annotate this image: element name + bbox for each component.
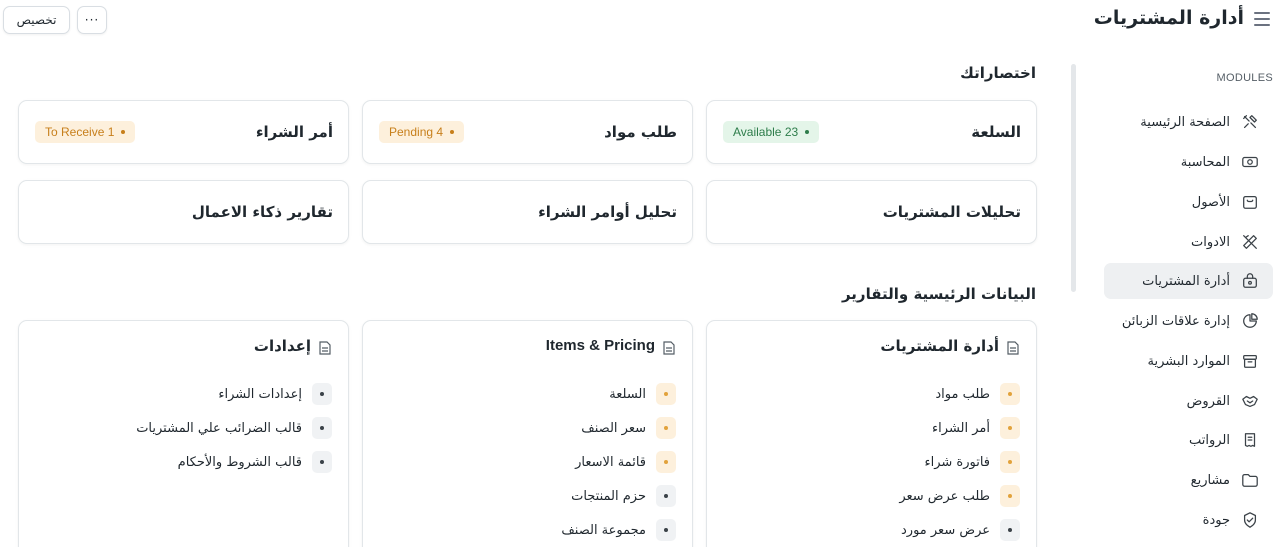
menu-icon[interactable] [1254,12,1270,26]
list-item[interactable]: السلعة [561,377,676,411]
bullet-icon [656,485,676,507]
shield-icon [1240,510,1260,530]
sidebar-item-label: الادوات [1191,234,1230,250]
bullet-icon [656,383,676,405]
sidebar-item-accounting[interactable]: المحاسبة [1104,144,1273,180]
customize-button[interactable]: تخصيص [3,6,70,34]
handshake-icon [1240,391,1260,411]
list-item[interactable]: طلب عرض سعر [899,479,1020,513]
money-icon [1240,152,1260,172]
pie-icon [1240,311,1260,331]
report-card-title: إعدادات [253,337,311,355]
bullet-icon [1000,417,1020,439]
wrench-icon [1240,232,1260,252]
sidebar-item-label: القروض [1186,393,1230,409]
status-badge: To Receive 1 [35,121,136,143]
archive-icon [1240,351,1260,371]
more-options-button[interactable]: ··· [77,6,107,34]
list-item[interactable]: عرض سعر مورد [899,513,1020,547]
bullet-icon [312,383,332,405]
report-card-title: Items & Pricing [545,337,655,354]
sidebar-item-payroll[interactable]: الرواتب [1104,422,1273,458]
report-card-title: أدارة المشتريات [880,337,999,355]
shortcut-card-purchase-analytics[interactable]: تحليلات المشتريات [706,180,1037,244]
tools-icon [1240,112,1260,132]
folder-icon [1240,470,1260,490]
list-item[interactable]: طلب مواد [899,377,1020,411]
sidebar-item-label: أدارة المشتريات [1142,273,1230,289]
status-badge: Pending 4 [379,121,465,143]
list-item[interactable]: فاتورة شراء [899,445,1020,479]
bullet-icon [312,417,332,439]
sidebar-item-crm[interactable]: إدارة علاقات الزبائن [1104,303,1273,339]
document-icon [1007,340,1019,355]
content-scrollbar[interactable] [1071,64,1076,292]
sidebar-item-quality[interactable]: جودة [1104,502,1273,538]
status-badge: Available 23 [723,121,820,143]
list-item[interactable]: مجموعة الصنف [561,513,676,547]
top-bar: أدارة المشتريات ··· تخصيص [0,0,1280,44]
sidebar-item-label: إدارة علاقات الزبائن [1121,313,1230,329]
sidebar-item-label: الأصول [1191,194,1230,210]
sidebar-item-assets[interactable]: الأصول [1104,184,1273,220]
sidebar-item-label: الرواتب [1188,432,1230,448]
box-icon [1240,192,1260,212]
sidebar-item-label: المحاسبة [1180,154,1230,170]
sidebar-item-label: الموارد البشرية [1147,353,1230,369]
reports-heading: البيانات الرئيسية والتقارير [841,285,1036,303]
receipt-icon [1240,430,1260,450]
list-item[interactable]: حزم المنتجات [561,479,676,513]
page-title: أدارة المشتريات [1093,7,1244,29]
shortcut-card-item[interactable]: السلعة Available 23 [706,100,1037,164]
list-item[interactable]: قائمة الاسعار [561,445,676,479]
shortcut-label: طلب مواد [604,123,677,141]
list-item[interactable]: قالب الشروط والأحكام [136,445,332,479]
shortcut-card-purchase-order[interactable]: أمر الشراء To Receive 1 [18,100,349,164]
document-icon [319,340,331,355]
sidebar-item-loans[interactable]: القروض [1104,383,1273,419]
sidebar-item-hr[interactable]: الموارد البشرية [1104,343,1273,379]
document-icon [663,340,675,355]
shortcuts-heading: اختصاراتك [960,64,1036,82]
shortcut-label: السلعة [971,123,1021,141]
sidebar-item-label: جودة [1202,512,1230,528]
list-item[interactable]: سعر الصنف [561,411,676,445]
bullet-icon [656,519,676,541]
shortcut-card-material-request[interactable]: طلب مواد Pending 4 [362,100,693,164]
shortcut-label: أمر الشراء [255,123,333,141]
shortcut-label: تقارير ذكاء الاعمال [191,203,333,221]
shortcut-label: تحليل أوامر الشراء [538,203,677,221]
report-card-settings: إعدادات إعدادات الشراء قالب الضرائب علي … [18,320,349,547]
list-item[interactable]: إعدادات الشراء [136,377,332,411]
report-card-items-pricing: Items & Pricing السلعة سعر الصنف قائمة ا… [362,320,693,547]
sidebar-item-projects[interactable]: مشاريع [1104,462,1273,498]
sidebar-item-home[interactable]: الصفحة الرئيسية [1104,104,1273,140]
lock-bag-icon [1240,271,1260,291]
bullet-icon [1000,383,1020,405]
list-item[interactable]: قالب الضرائب علي المشتريات [136,411,332,445]
bullet-icon [1000,519,1020,541]
modules-heading: MODULES [1216,72,1273,84]
sidebar-item-label: الصفحة الرئيسية [1140,114,1230,130]
report-card-buying: أدارة المشتريات طلب مواد أمر الشراء فاتو… [706,320,1037,547]
shortcut-label: تحليلات المشتريات [882,203,1021,221]
bullet-icon [1000,451,1020,473]
shortcut-card-po-analysis[interactable]: تحليل أوامر الشراء [362,180,693,244]
sidebar-item-buying[interactable]: أدارة المشتريات [1104,263,1273,299]
sidebar-item-label: مشاريع [1190,472,1230,488]
sidebar-item-tools[interactable]: الادوات [1104,224,1273,260]
bullet-icon [656,417,676,439]
shortcut-card-bi-reports[interactable]: تقارير ذكاء الاعمال [18,180,349,244]
bullet-icon [312,451,332,473]
bullet-icon [1000,485,1020,507]
bullet-icon [656,451,676,473]
sidebar: MODULES الصفحة الرئيسية المحاسبة الأصول … [1090,62,1280,547]
list-item[interactable]: أمر الشراء [899,411,1020,445]
